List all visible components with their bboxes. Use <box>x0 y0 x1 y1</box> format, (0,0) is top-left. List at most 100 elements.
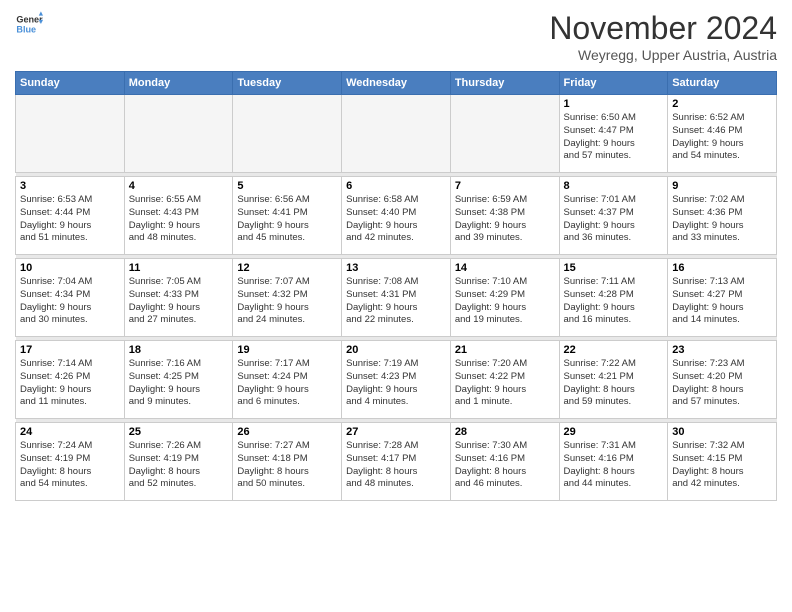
day-number: 4 <box>129 180 229 192</box>
day-number: 22 <box>564 344 664 356</box>
day-number: 12 <box>237 262 337 274</box>
week-row-1: 3 Sunrise: 6:53 AM Sunset: 4:44 PM Daylig… <box>16 177 777 255</box>
page: General Blue November 2024 Weyregg, Uppe… <box>0 0 792 612</box>
col-sunday: Sunday <box>16 72 125 95</box>
cell-0-4 <box>450 95 559 173</box>
day-number: 21 <box>455 344 555 356</box>
day-number: 29 <box>564 426 664 438</box>
day-info: Sunrise: 7:17 AM Sunset: 4:24 PM Dayligh… <box>237 358 337 409</box>
cell-1-1: 4 Sunrise: 6:55 AM Sunset: 4:43 PM Daylig… <box>124 177 233 255</box>
cell-1-5: 8 Sunrise: 7:01 AM Sunset: 4:37 PM Daylig… <box>559 177 668 255</box>
cell-3-0: 17 Sunrise: 7:14 AM Sunset: 4:26 PM Dayli… <box>16 341 125 419</box>
cell-0-1 <box>124 95 233 173</box>
col-tuesday: Tuesday <box>233 72 342 95</box>
col-saturday: Saturday <box>668 72 777 95</box>
cell-3-3: 20Sunrise: 7:19 AM Sunset: 4:23 PM Dayli… <box>342 341 451 419</box>
day-number: 14 <box>455 262 555 274</box>
day-info: Sunrise: 7:16 AM Sunset: 4:25 PM Dayligh… <box>129 358 229 409</box>
cell-1-2: 5Sunrise: 6:56 AM Sunset: 4:41 PM Daylig… <box>233 177 342 255</box>
day-number: 1 <box>564 98 664 110</box>
logo-icon: General Blue <box>15 10 43 38</box>
day-number: 16 <box>672 262 772 274</box>
day-info: Sunrise: 6:53 AM Sunset: 4:44 PM Dayligh… <box>20 194 120 245</box>
day-info: Sunrise: 6:55 AM Sunset: 4:43 PM Dayligh… <box>129 194 229 245</box>
day-info: Sunrise: 7:23 AM Sunset: 4:20 PM Dayligh… <box>672 358 772 409</box>
day-info: Sunrise: 7:14 AM Sunset: 4:26 PM Dayligh… <box>20 358 120 409</box>
day-number: 15 <box>564 262 664 274</box>
day-info: Sunrise: 7:08 AM Sunset: 4:31 PM Dayligh… <box>346 276 446 327</box>
col-monday: Monday <box>124 72 233 95</box>
logo: General Blue <box>15 10 43 38</box>
day-info: Sunrise: 7:22 AM Sunset: 4:21 PM Dayligh… <box>564 358 664 409</box>
day-number: 6 <box>346 180 446 192</box>
day-info: Sunrise: 7:11 AM Sunset: 4:28 PM Dayligh… <box>564 276 664 327</box>
cell-4-6: 30Sunrise: 7:32 AM Sunset: 4:15 PM Dayli… <box>668 423 777 501</box>
day-number: 11 <box>129 262 229 274</box>
day-info: Sunrise: 7:13 AM Sunset: 4:27 PM Dayligh… <box>672 276 772 327</box>
cell-4-5: 29 Sunrise: 7:31 AM Sunset: 4:16 PM Dayli… <box>559 423 668 501</box>
day-info: Sunrise: 7:30 AM Sunset: 4:16 PM Dayligh… <box>455 440 555 491</box>
cell-0-6: 2Sunrise: 6:52 AM Sunset: 4:46 PM Daylig… <box>668 95 777 173</box>
cell-1-0: 3 Sunrise: 6:53 AM Sunset: 4:44 PM Daylig… <box>16 177 125 255</box>
cell-3-5: 22 Sunrise: 7:22 AM Sunset: 4:21 PM Dayli… <box>559 341 668 419</box>
cell-0-5: 1 Sunrise: 6:50 AM Sunset: 4:47 PM Daylig… <box>559 95 668 173</box>
week-row-4: 24Sunrise: 7:24 AM Sunset: 4:19 PM Dayli… <box>16 423 777 501</box>
day-number: 18 <box>129 344 229 356</box>
day-number: 3 <box>20 180 120 192</box>
cell-3-1: 18 Sunrise: 7:16 AM Sunset: 4:25 PM Dayli… <box>124 341 233 419</box>
day-info: Sunrise: 7:24 AM Sunset: 4:19 PM Dayligh… <box>20 440 120 491</box>
cell-2-3: 13Sunrise: 7:08 AM Sunset: 4:31 PM Dayli… <box>342 259 451 337</box>
day-info: Sunrise: 7:10 AM Sunset: 4:29 PM Dayligh… <box>455 276 555 327</box>
day-number: 27 <box>346 426 446 438</box>
month-title: November 2024 <box>549 10 777 47</box>
day-number: 5 <box>237 180 337 192</box>
day-number: 19 <box>237 344 337 356</box>
header-row: Sunday Monday Tuesday Wednesday Thursday… <box>16 72 777 95</box>
day-info: Sunrise: 7:07 AM Sunset: 4:32 PM Dayligh… <box>237 276 337 327</box>
location: Weyregg, Upper Austria, Austria <box>549 47 777 63</box>
day-info: Sunrise: 7:31 AM Sunset: 4:16 PM Dayligh… <box>564 440 664 491</box>
day-number: 7 <box>455 180 555 192</box>
svg-text:Blue: Blue <box>16 24 36 34</box>
day-info: Sunrise: 7:32 AM Sunset: 4:15 PM Dayligh… <box>672 440 772 491</box>
day-number: 10 <box>20 262 120 274</box>
cell-0-2 <box>233 95 342 173</box>
cell-4-2: 26 Sunrise: 7:27 AM Sunset: 4:18 PM Dayli… <box>233 423 342 501</box>
day-info: Sunrise: 7:28 AM Sunset: 4:17 PM Dayligh… <box>346 440 446 491</box>
cell-4-1: 25 Sunrise: 7:26 AM Sunset: 4:19 PM Dayli… <box>124 423 233 501</box>
day-info: Sunrise: 6:50 AM Sunset: 4:47 PM Dayligh… <box>564 112 664 163</box>
col-friday: Friday <box>559 72 668 95</box>
day-info: Sunrise: 7:27 AM Sunset: 4:18 PM Dayligh… <box>237 440 337 491</box>
cell-2-0: 10Sunrise: 7:04 AM Sunset: 4:34 PM Dayli… <box>16 259 125 337</box>
day-info: Sunrise: 6:59 AM Sunset: 4:38 PM Dayligh… <box>455 194 555 245</box>
week-row-3: 17 Sunrise: 7:14 AM Sunset: 4:26 PM Dayli… <box>16 341 777 419</box>
day-info: Sunrise: 7:20 AM Sunset: 4:22 PM Dayligh… <box>455 358 555 409</box>
cell-1-6: 9Sunrise: 7:02 AM Sunset: 4:36 PM Daylig… <box>668 177 777 255</box>
cell-2-4: 14 Sunrise: 7:10 AM Sunset: 4:29 PM Dayli… <box>450 259 559 337</box>
day-number: 9 <box>672 180 772 192</box>
title-area: November 2024 Weyregg, Upper Austria, Au… <box>549 10 777 63</box>
calendar-table: Sunday Monday Tuesday Wednesday Thursday… <box>15 71 777 501</box>
header: General Blue November 2024 Weyregg, Uppe… <box>15 10 777 63</box>
cell-2-2: 12 Sunrise: 7:07 AM Sunset: 4:32 PM Dayli… <box>233 259 342 337</box>
day-info: Sunrise: 6:58 AM Sunset: 4:40 PM Dayligh… <box>346 194 446 245</box>
svg-text:General: General <box>16 15 43 25</box>
day-info: Sunrise: 7:26 AM Sunset: 4:19 PM Dayligh… <box>129 440 229 491</box>
cell-3-4: 21 Sunrise: 7:20 AM Sunset: 4:22 PM Dayli… <box>450 341 559 419</box>
cell-2-5: 15 Sunrise: 7:11 AM Sunset: 4:28 PM Dayli… <box>559 259 668 337</box>
cell-1-3: 6 Sunrise: 6:58 AM Sunset: 4:40 PM Daylig… <box>342 177 451 255</box>
day-number: 26 <box>237 426 337 438</box>
day-number: 20 <box>346 344 446 356</box>
day-number: 17 <box>20 344 120 356</box>
day-info: Sunrise: 6:52 AM Sunset: 4:46 PM Dayligh… <box>672 112 772 163</box>
cell-3-2: 19 Sunrise: 7:17 AM Sunset: 4:24 PM Dayli… <box>233 341 342 419</box>
col-thursday: Thursday <box>450 72 559 95</box>
col-wednesday: Wednesday <box>342 72 451 95</box>
cell-2-6: 16 Sunrise: 7:13 AM Sunset: 4:27 PM Dayli… <box>668 259 777 337</box>
cell-4-0: 24Sunrise: 7:24 AM Sunset: 4:19 PM Dayli… <box>16 423 125 501</box>
day-info: Sunrise: 7:05 AM Sunset: 4:33 PM Dayligh… <box>129 276 229 327</box>
cell-0-0 <box>16 95 125 173</box>
day-number: 8 <box>564 180 664 192</box>
day-number: 25 <box>129 426 229 438</box>
day-info: Sunrise: 7:01 AM Sunset: 4:37 PM Dayligh… <box>564 194 664 245</box>
